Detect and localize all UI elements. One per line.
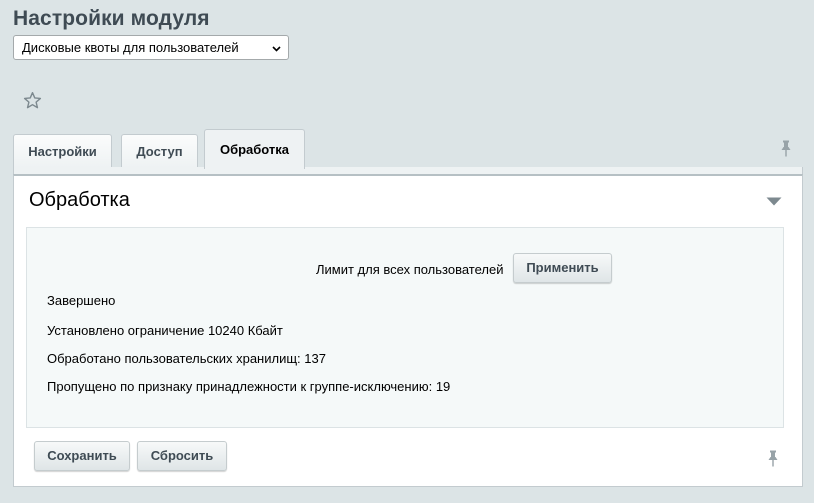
section-title: Обработка <box>29 189 130 211</box>
page-title: Настройки модуля <box>13 7 210 30</box>
apply-button[interactable]: Применить <box>513 253 612 283</box>
chevron-down-icon <box>272 46 281 52</box>
limit-label: Лимит для всех пользователей <box>316 262 504 277</box>
star-icon[interactable] <box>23 91 42 110</box>
tab-access[interactable]: Доступ <box>121 134 198 168</box>
module-select[interactable]: Дисковые квоты для пользователей <box>13 35 289 60</box>
pin-icon[interactable] <box>780 140 792 157</box>
pin-icon[interactable] <box>767 450 779 467</box>
collapse-triangle-icon[interactable] <box>766 197 782 206</box>
reset-button[interactable]: Сбросить <box>137 441 227 471</box>
tab-processing[interactable]: Обработка <box>204 129 305 169</box>
processing-box: Лимит для всех пользователей Применить З… <box>26 227 784 428</box>
tab-settings[interactable]: Настройки <box>13 134 112 168</box>
status-message: Завершено <box>47 293 116 308</box>
limit-set-message: Установлено ограничение 10240 Кбайт <box>47 323 283 338</box>
processing-panel: Обработка Лимит для всех пользователей П… <box>13 174 803 487</box>
tabs-bar: Настройки Доступ Обработка <box>13 129 803 169</box>
save-button[interactable]: Сохранить <box>34 441 130 471</box>
tabs-underline <box>13 167 803 174</box>
skipped-count-message: Пропущено по признаку принадлежности к г… <box>47 379 451 394</box>
processed-count-message: Обработано пользовательских хранилищ: 13… <box>47 351 326 366</box>
module-select-value: Дисковые квоты для пользователей <box>22 40 239 55</box>
